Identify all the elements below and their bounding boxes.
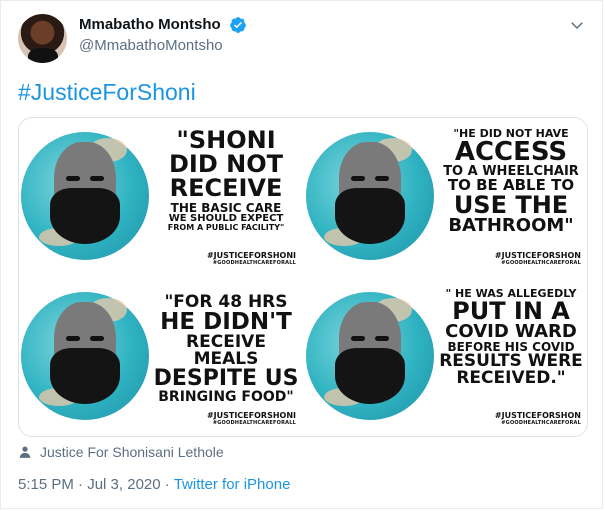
media-panel: "SHONI DID NOT RECEIVE THE BASIC CARE WE… bbox=[19, 118, 302, 276]
panel-hashtag: #JUSTICEFORSHON #GOODHEALTHCAREFORAL bbox=[494, 410, 581, 426]
panel-quote: "HE DID NOT HAVE ACCESS TO A WHEELCHAIR … bbox=[443, 127, 579, 236]
panel-hashtag: #JUSTICEFORSHON #GOODHEALTHCAREFORAL bbox=[494, 250, 581, 266]
caption-text: Justice For Shonisani Lethole bbox=[40, 444, 224, 460]
tweet-time[interactable]: 5:15 PM bbox=[18, 476, 74, 493]
panel-quote: " HE WAS ALLEGEDLY PUT IN A COVID WARD B… bbox=[439, 287, 583, 388]
chevron-down-icon[interactable] bbox=[568, 16, 586, 34]
media-panel: "FOR 48 HRS HE DIDN'T RECEIVE MEALS DESP… bbox=[19, 278, 302, 436]
media-panel: " HE WAS ALLEGEDLY PUT IN A COVID WARD B… bbox=[304, 278, 587, 436]
avatar[interactable] bbox=[18, 14, 67, 63]
meta-separator: · bbox=[78, 476, 84, 493]
author-name[interactable]: Mmabatho Montsho bbox=[79, 16, 221, 33]
person-icon bbox=[19, 446, 31, 458]
media-image[interactable]: "SHONI DID NOT RECEIVE THE BASIC CARE WE… bbox=[18, 117, 588, 437]
hashtag-link[interactable]: #JusticeForShoni bbox=[18, 79, 196, 106]
meta-separator: · bbox=[164, 476, 170, 493]
verified-badge-icon bbox=[230, 17, 246, 33]
author-handle[interactable]: @MmabathoMontsho bbox=[79, 37, 223, 54]
tweet-source-link[interactable]: Twitter for iPhone bbox=[174, 476, 291, 493]
panel-hashtag: #JUSTICEFORSHONI #GOODHEALTHCAREFORALL bbox=[206, 410, 296, 426]
panel-quote: "FOR 48 HRS HE DIDN'T RECEIVE MEALS DESP… bbox=[153, 292, 299, 405]
tweet-date[interactable]: Jul 3, 2020 bbox=[87, 476, 160, 493]
media-panel: "HE DID NOT HAVE ACCESS TO A WHEELCHAIR … bbox=[304, 118, 587, 276]
panel-quote: "SHONI DID NOT RECEIVE THE BASIC CARE WE… bbox=[167, 126, 285, 232]
media-caption: Justice For Shonisani Lethole bbox=[18, 444, 224, 460]
tweet-card: Mmabatho Montsho @MmabathoMontsho #Justi… bbox=[0, 0, 603, 509]
tweet-meta: 5:15 PM · Jul 3, 2020 · Twitter for iPho… bbox=[18, 476, 290, 493]
panel-hashtag: #JUSTICEFORSHONI #GOODHEALTHCAREFORALL bbox=[206, 250, 296, 266]
